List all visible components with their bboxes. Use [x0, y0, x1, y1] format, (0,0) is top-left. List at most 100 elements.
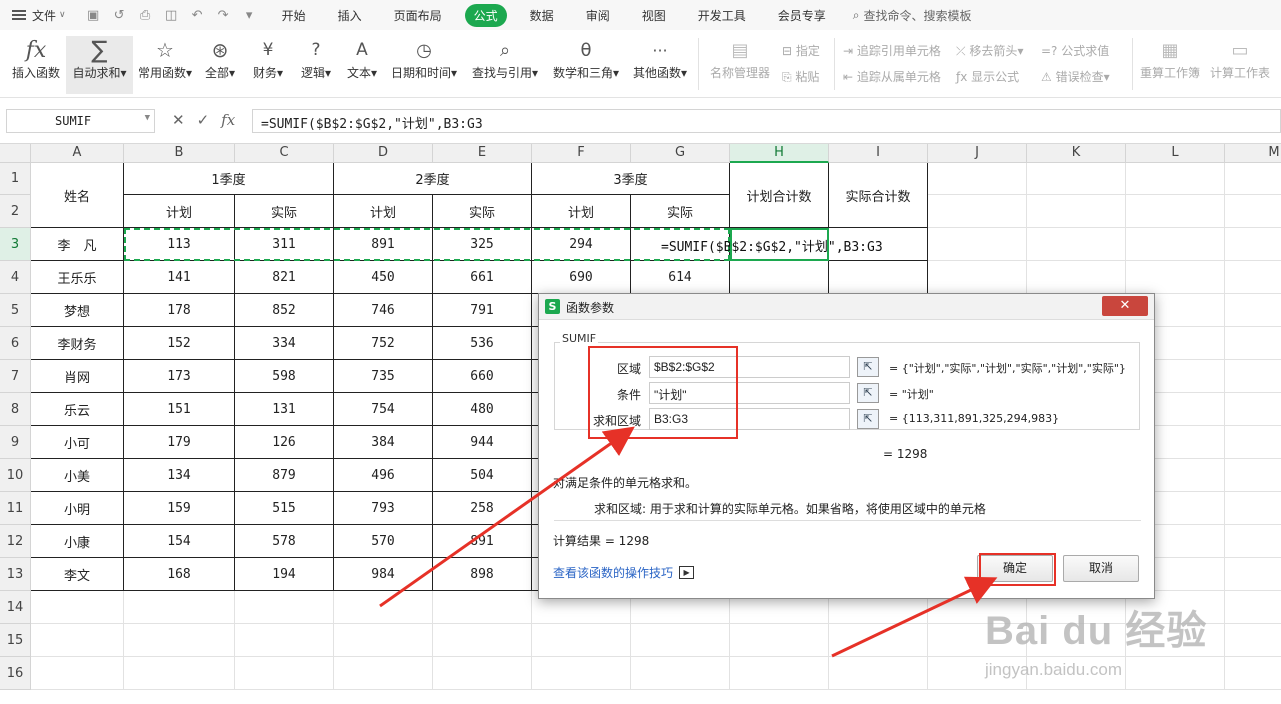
value-cell[interactable]: 660 — [433, 360, 532, 393]
value-cell[interactable]: 159 — [124, 492, 235, 525]
cell[interactable] — [31, 624, 124, 657]
cell[interactable] — [928, 163, 1027, 195]
undo-icon[interactable]: ↶ — [190, 8, 205, 23]
common-functions-button[interactable]: ☆ 常用函数▾ — [136, 36, 194, 94]
value-cell[interactable]: 173 — [124, 360, 235, 393]
row-header[interactable]: 12 — [0, 525, 31, 558]
column-header[interactable]: E — [433, 144, 532, 163]
value-cell[interactable]: 898 — [433, 558, 532, 591]
value-cell[interactable]: 578 — [235, 525, 334, 558]
cell[interactable] — [1225, 327, 1281, 360]
range-input[interactable]: $B$2:$G$2 — [649, 356, 850, 378]
cell[interactable] — [235, 657, 334, 690]
column-header[interactable]: M — [1225, 144, 1281, 163]
trace-dependents-button[interactable]: ⇤ 追踪从属单元格 — [843, 68, 941, 85]
header-actual[interactable]: 实际 — [433, 195, 532, 228]
cell[interactable] — [235, 624, 334, 657]
column-header[interactable]: F — [532, 144, 631, 163]
cell[interactable] — [31, 591, 124, 624]
cell[interactable] — [235, 591, 334, 624]
header-plan-total[interactable]: 计划合计数 — [730, 163, 829, 228]
name-box[interactable]: SUMIF ▼ — [6, 109, 155, 133]
cell[interactable] — [334, 624, 433, 657]
value-cell[interactable]: 151 — [124, 393, 235, 426]
redo-icon[interactable]: ↷ — [216, 8, 231, 23]
cell[interactable] — [1225, 426, 1281, 459]
cell[interactable] — [124, 624, 235, 657]
value-cell[interactable]: 891 — [334, 228, 433, 261]
more-functions-button[interactable]: ··· 其他函数▾ — [628, 36, 692, 94]
column-header[interactable]: D — [334, 144, 433, 163]
row-header[interactable]: 2 — [0, 195, 31, 228]
lookup-button[interactable]: ⌕ 查找与引用▾ — [467, 36, 543, 94]
column-header[interactable]: C — [235, 144, 334, 163]
cell[interactable] — [1225, 558, 1281, 591]
value-cell[interactable]: 194 — [235, 558, 334, 591]
trace-precedents-button[interactable]: ⇥ 追踪引用单元格 — [843, 42, 941, 59]
name-manager-button[interactable]: ▤ 名称管理器 — [706, 36, 774, 94]
criteria-input[interactable]: "计划" — [649, 382, 850, 404]
show-formulas-button[interactable]: ƒx 显示公式 — [956, 68, 1019, 85]
paste-name-button[interactable]: ⎘ 粘贴 — [782, 68, 819, 85]
cell[interactable] — [124, 591, 235, 624]
cell[interactable] — [928, 228, 1027, 261]
name-cell[interactable]: 小可 — [31, 426, 124, 459]
header-plan[interactable]: 计划 — [334, 195, 433, 228]
value-cell[interactable]: 384 — [334, 426, 433, 459]
row-header[interactable]: 9 — [0, 426, 31, 459]
value-cell[interactable]: 294 — [532, 228, 631, 261]
row-header[interactable]: 4 — [0, 261, 31, 294]
print-icon[interactable]: ⎙ — [138, 8, 153, 23]
name-cell[interactable]: 小康 — [31, 525, 124, 558]
row-header[interactable]: 10 — [0, 459, 31, 492]
value-cell[interactable]: 126 — [235, 426, 334, 459]
header-plan[interactable]: 计划 — [532, 195, 631, 228]
select-all-corner[interactable] — [0, 144, 31, 163]
cell[interactable] — [631, 657, 730, 690]
column-header[interactable]: H — [730, 144, 829, 163]
cell[interactable] — [1225, 591, 1281, 624]
value-cell[interactable]: 735 — [334, 360, 433, 393]
cell[interactable] — [730, 624, 829, 657]
column-header[interactable]: A — [31, 144, 124, 163]
cell[interactable] — [928, 261, 1027, 294]
name-cell[interactable]: 肖网 — [31, 360, 124, 393]
value-cell[interactable]: 168 — [124, 558, 235, 591]
define-name-button[interactable]: ⊟ 指定 — [782, 42, 820, 59]
in-cell-formula[interactable]: =SUMIF($B$2:$G$2,"计划",B3:G3 — [661, 236, 883, 255]
name-cell[interactable]: 李文 — [31, 558, 124, 591]
cell[interactable] — [124, 657, 235, 690]
cell[interactable] — [1225, 294, 1281, 327]
tab-member[interactable]: 会员专享 — [769, 4, 835, 27]
row-header[interactable]: 16 — [0, 657, 31, 690]
column-header[interactable]: B — [124, 144, 235, 163]
row-header[interactable]: 5 — [0, 294, 31, 327]
evaluate-formula-button[interactable]: =? 公式求值 — [1041, 42, 1109, 59]
row-header[interactable]: 1 — [0, 163, 31, 195]
row-header[interactable]: 3 — [0, 228, 31, 261]
column-header[interactable]: L — [1126, 144, 1225, 163]
cell[interactable] — [1225, 525, 1281, 558]
value-cell[interactable]: 141 — [124, 261, 235, 294]
cell[interactable] — [1225, 492, 1281, 525]
tab-review[interactable]: 审阅 — [577, 4, 619, 27]
remove-arrows-button[interactable]: ⤫ 移去箭头▾ — [956, 42, 1023, 59]
value-cell[interactable]: 113 — [124, 228, 235, 261]
save-icon[interactable]: ▣ — [86, 8, 101, 23]
value-cell[interactable]: 793 — [334, 492, 433, 525]
date-time-button[interactable]: ◷ 日期和时间▾ — [386, 36, 462, 94]
actual-total-cell[interactable] — [829, 261, 928, 294]
row-header[interactable]: 6 — [0, 327, 31, 360]
ok-button[interactable]: 确定 — [977, 555, 1053, 582]
financial-button[interactable]: ¥ 财务▾ — [246, 36, 290, 94]
value-cell[interactable]: 598 — [235, 360, 334, 393]
value-cell[interactable]: 614 — [631, 261, 730, 294]
file-menu[interactable]: 文件 ∨ — [12, 7, 66, 24]
name-cell[interactable]: 王乐乐 — [31, 261, 124, 294]
value-cell[interactable]: 450 — [334, 261, 433, 294]
value-cell[interactable]: 325 — [433, 228, 532, 261]
tab-formulas[interactable]: 公式 — [464, 3, 507, 27]
cell[interactable] — [631, 624, 730, 657]
recalc-workbook-button[interactable]: ▦ 重算工作簿 — [1137, 36, 1203, 94]
row-header[interactable]: 7 — [0, 360, 31, 393]
